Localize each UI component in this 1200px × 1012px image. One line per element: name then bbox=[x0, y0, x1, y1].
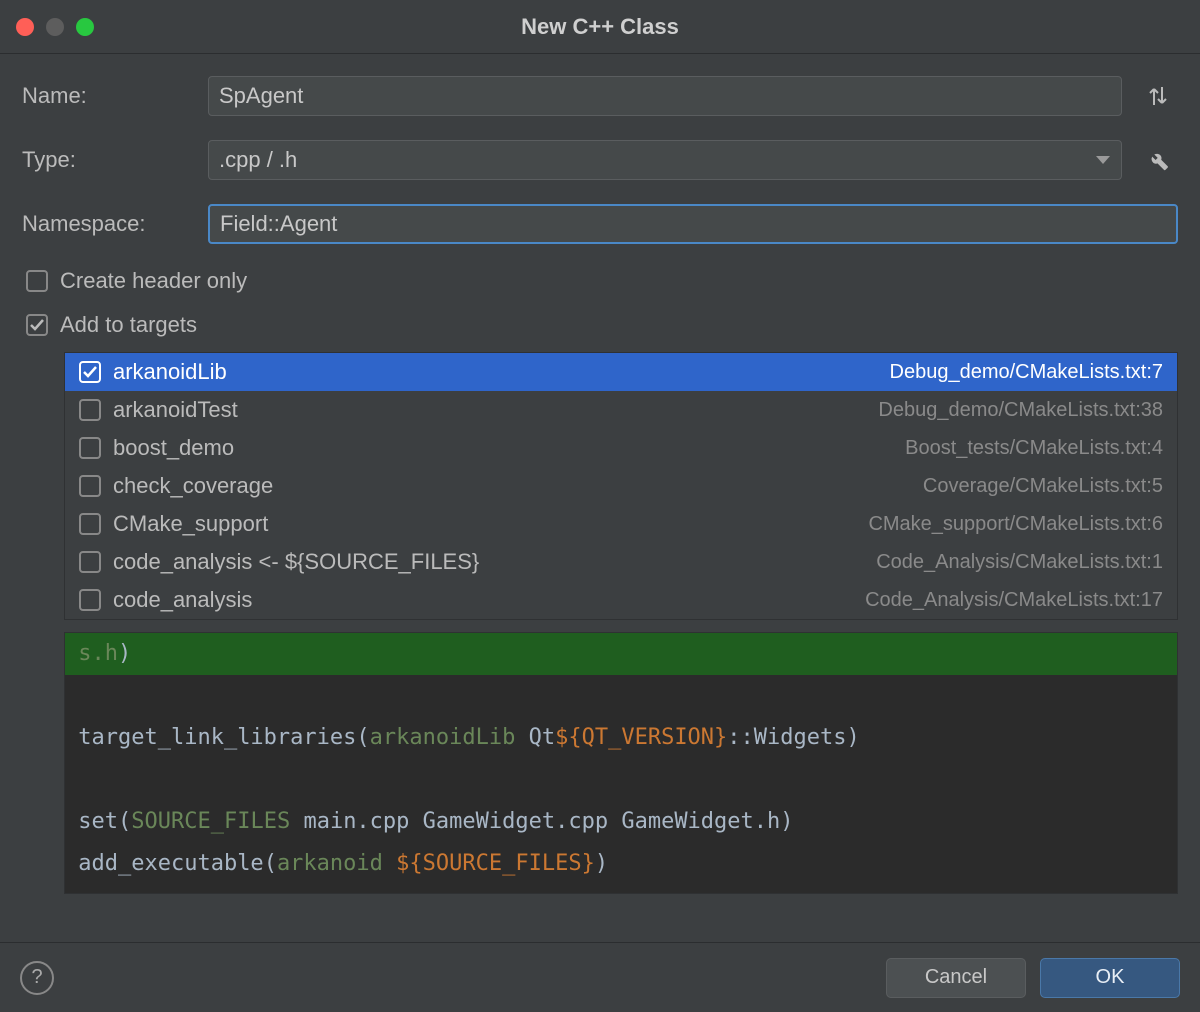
minimize-window-icon[interactable] bbox=[46, 18, 64, 36]
target-checkbox[interactable] bbox=[79, 513, 101, 535]
ok-button[interactable]: OK bbox=[1040, 958, 1180, 998]
code-token: main.cpp GameWidget.cpp GameWidget.h bbox=[303, 809, 780, 834]
target-item[interactable]: code_analysis Code_Analysis/CMakeLists.tx… bbox=[65, 581, 1177, 619]
cancel-button[interactable]: Cancel bbox=[886, 958, 1026, 998]
title-bar: New C++ Class bbox=[0, 0, 1200, 54]
close-window-icon[interactable] bbox=[16, 18, 34, 36]
target-checkbox[interactable] bbox=[79, 551, 101, 573]
help-button[interactable]: ? bbox=[20, 961, 54, 995]
target-name: check_coverage bbox=[113, 473, 273, 499]
target-path: Code_Analysis/CMakeLists.txt:1 bbox=[876, 551, 1163, 574]
code-token: ::Widgets bbox=[727, 725, 846, 750]
header-only-label: Create header only bbox=[60, 268, 247, 294]
code-token: arkanoidLib bbox=[489, 893, 635, 894]
target-checkbox[interactable] bbox=[79, 475, 101, 497]
target-name: CMake_support bbox=[113, 511, 268, 537]
code-token: arkanoid bbox=[370, 893, 476, 894]
code-token: set bbox=[78, 809, 118, 834]
dialog-footer: ? Cancel OK bbox=[0, 942, 1200, 1012]
target-item[interactable]: arkanoidLib Debug_demo/CMakeLists.txt:7 bbox=[65, 353, 1177, 391]
target-checkbox[interactable] bbox=[79, 589, 101, 611]
name-input[interactable] bbox=[208, 76, 1122, 116]
code-token: arkanoid bbox=[277, 851, 383, 876]
code-preview: s.h) target_link_libraries(arkanoidLib Q… bbox=[64, 632, 1178, 894]
code-token: target_link_libraries bbox=[78, 725, 356, 750]
target-path: Boost_tests/CMakeLists.txt:4 bbox=[905, 437, 1163, 460]
target-item[interactable]: code_analysis <- ${SOURCE_FILES} Code_Ana… bbox=[65, 543, 1177, 581]
namespace-input[interactable] bbox=[208, 204, 1178, 244]
code-token: Qt bbox=[529, 725, 556, 750]
code-token: target_link_libraries bbox=[78, 893, 356, 894]
target-item[interactable]: check_coverage Coverage/CMakeLists.txt:5 bbox=[65, 467, 1177, 505]
code-token: ) bbox=[118, 641, 131, 666]
maximize-window-icon[interactable] bbox=[76, 18, 94, 36]
target-item[interactable]: boost_demo Boost_tests/CMakeLists.txt:4 bbox=[65, 429, 1177, 467]
code-token: ${QT_VERSION} bbox=[555, 725, 727, 750]
target-name: arkanoidTest bbox=[113, 397, 238, 423]
window-title: New C++ Class bbox=[0, 14, 1200, 40]
target-path: Debug_demo/CMakeLists.txt:38 bbox=[878, 399, 1163, 422]
target-item[interactable]: arkanoidTest Debug_demo/CMakeLists.txt:38 bbox=[65, 391, 1177, 429]
chevron-down-icon bbox=[1096, 156, 1110, 164]
target-name: code_analysis <- ${SOURCE_FILES} bbox=[113, 549, 479, 575]
window-controls bbox=[16, 18, 94, 36]
code-token: arkanoidLib bbox=[370, 725, 516, 750]
target-checkbox[interactable] bbox=[79, 399, 101, 421]
namespace-label: Namespace: bbox=[22, 211, 192, 237]
targets-list: arkanoidLibDebug_demo/CMakeLists.txt:7ar… bbox=[64, 352, 1178, 620]
target-name: code_analysis bbox=[113, 587, 252, 613]
code-token: SOURCE_FILES bbox=[131, 809, 290, 834]
add-targets-row[interactable]: Add to targets bbox=[26, 312, 1178, 338]
header-only-checkbox[interactable] bbox=[26, 270, 48, 292]
header-only-row[interactable]: Create header only bbox=[26, 268, 1178, 294]
add-targets-checkbox[interactable] bbox=[26, 314, 48, 336]
add-targets-label: Add to targets bbox=[60, 312, 197, 338]
code-token: ${SOURCE_FILES} bbox=[396, 851, 595, 876]
target-path: CMake_support/CMakeLists.txt:6 bbox=[868, 513, 1163, 536]
target-name: arkanoidLib bbox=[113, 359, 227, 385]
target-path: Coverage/CMakeLists.txt:5 bbox=[923, 475, 1163, 498]
type-label: Type: bbox=[22, 147, 192, 173]
code-token: .h bbox=[92, 641, 119, 666]
code-token: s bbox=[78, 641, 91, 666]
target-path: Code_Analysis/CMakeLists.txt:17 bbox=[865, 589, 1163, 612]
sort-arrows-icon[interactable] bbox=[1138, 76, 1178, 116]
target-path: Debug_demo/CMakeLists.txt:7 bbox=[890, 361, 1163, 384]
wrench-icon[interactable] bbox=[1138, 140, 1178, 180]
code-token: add_executable bbox=[78, 851, 263, 876]
target-item[interactable]: CMake_support CMake_support/CMakeLists.tx… bbox=[65, 505, 1177, 543]
target-checkbox[interactable] bbox=[79, 361, 101, 383]
target-checkbox[interactable] bbox=[79, 437, 101, 459]
name-label: Name: bbox=[22, 83, 192, 109]
type-select-value: .cpp / .h bbox=[219, 147, 297, 173]
target-name: boost_demo bbox=[113, 435, 234, 461]
type-select[interactable]: .cpp / .h bbox=[208, 140, 1122, 180]
